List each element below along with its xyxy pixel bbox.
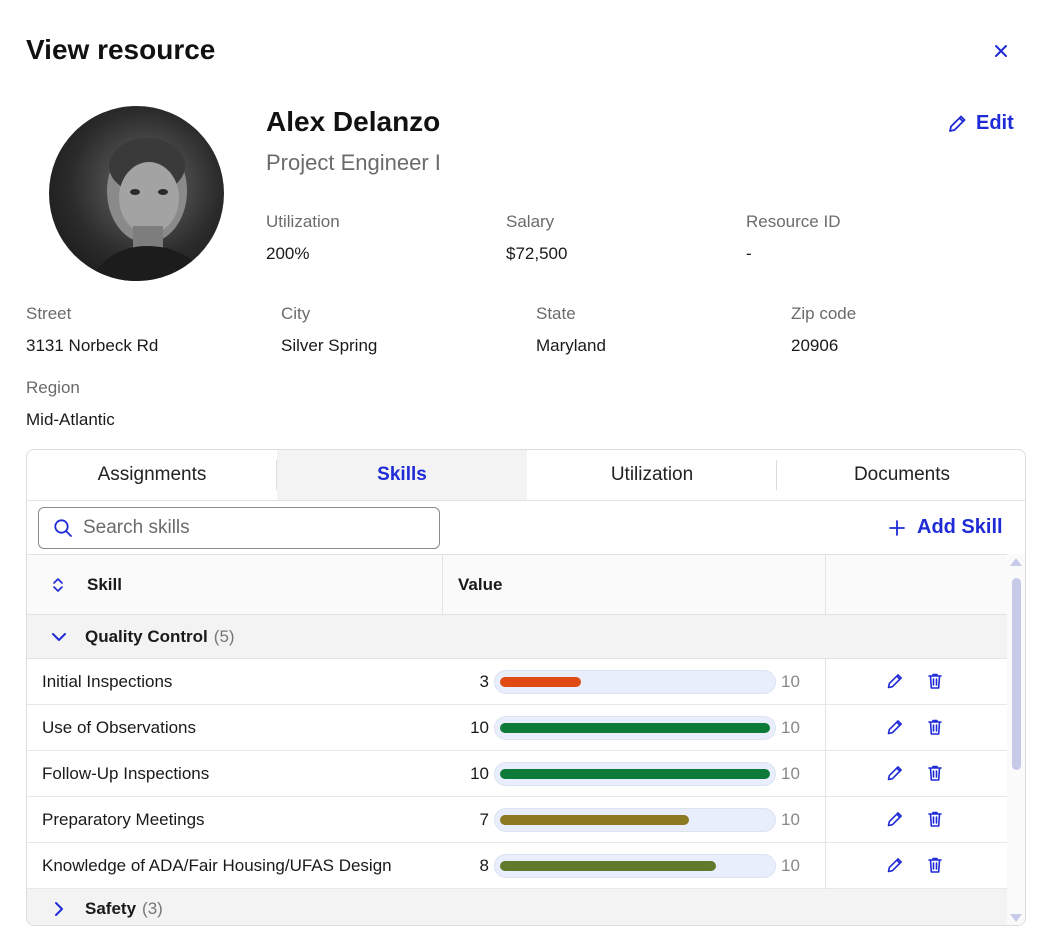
table-row[interactable]: Use of Observations 10 10 [27, 705, 1007, 751]
skill-progress-bar [494, 670, 776, 694]
table-row[interactable]: Knowledge of ADA/Fair Housing/UFAS Desig… [27, 843, 1007, 889]
skill-progress-bar [494, 716, 776, 740]
scrollbar-thumb[interactable] [1012, 578, 1021, 770]
edit-skill-icon[interactable] [885, 809, 905, 834]
tab-utilization[interactable]: Utilization [527, 450, 777, 500]
edit-skill-icon[interactable] [885, 717, 905, 742]
skill-name: Knowledge of ADA/Fair Housing/UFAS Desig… [42, 856, 392, 875]
add-skill-label: Add Skill [917, 516, 1003, 538]
utilization-value: 200% [266, 244, 310, 263]
resource-id-label: Resource ID [746, 212, 841, 231]
chevron-right-icon[interactable] [49, 901, 69, 917]
resource-name: Alex Delanzo [266, 106, 441, 137]
region-label: Region [26, 378, 80, 397]
skill-max: 10 [781, 764, 800, 783]
table-row[interactable]: Follow-Up Inspections 10 10 [27, 751, 1007, 797]
tab-skills[interactable]: Skills [277, 450, 527, 500]
edit-skill-icon[interactable] [885, 671, 905, 696]
skill-name: Preparatory Meetings [42, 810, 205, 829]
skill-max: 10 [781, 672, 800, 691]
tab-documents[interactable]: Documents [777, 450, 1025, 500]
skill-name: Use of Observations [42, 718, 197, 737]
group-row-safety[interactable]: Safety (3) [27, 889, 1007, 925]
edit-button[interactable]: Edit [946, 112, 1014, 135]
plus-icon [889, 519, 905, 536]
group-count: (5) [213, 626, 235, 646]
street-label: Street [26, 304, 72, 323]
skill-name: Initial Inspections [42, 672, 173, 691]
salary-label: Salary [506, 212, 555, 231]
table-header: Skill Value [27, 554, 1007, 616]
pencil-icon [949, 115, 966, 132]
skill-max: 10 [781, 718, 800, 737]
column-header-skill[interactable]: Skill [87, 575, 122, 595]
table-row[interactable]: Initial Inspections 3 10 [27, 659, 1007, 705]
state-label: State [536, 304, 576, 323]
utilization-label: Utilization [266, 212, 340, 231]
group-row-quality-control[interactable]: Quality Control (5) [27, 615, 1007, 659]
page-title: View resource [26, 34, 216, 65]
skill-progress-bar [494, 854, 776, 878]
column-header-value[interactable]: Value [458, 575, 502, 595]
skill-progress-fill [500, 677, 581, 687]
edit-skill-icon[interactable] [885, 763, 905, 788]
salary-value: $72,500 [506, 244, 568, 263]
delete-skill-icon[interactable] [925, 717, 945, 742]
skill-value: 3 [479, 672, 489, 691]
delete-skill-icon[interactable] [925, 809, 945, 834]
region-value: Mid-Atlantic [26, 410, 115, 429]
search-input[interactable] [83, 517, 403, 539]
state-value: Maryland [536, 336, 606, 355]
group-name: Safety [85, 898, 137, 918]
delete-skill-icon[interactable] [925, 671, 945, 696]
sort-icon[interactable] [51, 576, 65, 599]
city-label: City [281, 304, 311, 323]
search-box [38, 507, 440, 549]
group-count: (3) [142, 898, 163, 918]
edit-label: Edit [976, 112, 1014, 134]
close-icon[interactable] [990, 40, 1012, 62]
skill-value: 10 [470, 764, 489, 783]
tab-bar: Assignments Skills Utilization Documents [27, 450, 1025, 501]
skill-max: 10 [781, 810, 800, 829]
search-icon [54, 519, 72, 537]
skill-progress-fill [500, 815, 689, 825]
skill-progress-bar [494, 762, 776, 786]
zip-label: Zip code [791, 304, 857, 323]
skill-progress-bar [494, 808, 776, 832]
skill-progress-fill [500, 769, 770, 779]
table-row[interactable]: Preparatory Meetings 7 10 [27, 797, 1007, 843]
skill-max: 10 [781, 856, 800, 875]
street-value: 3131 Norbeck Rd [26, 336, 159, 355]
tab-assignments[interactable]: Assignments [27, 450, 277, 500]
edit-skill-icon[interactable] [885, 855, 905, 880]
skill-progress-fill [500, 861, 716, 871]
chevron-down-icon[interactable] [49, 632, 69, 642]
vertical-scrollbar[interactable] [1007, 554, 1025, 925]
resource-role: Project Engineer I [266, 150, 441, 175]
add-skill-button[interactable]: Add Skill [889, 516, 1003, 539]
resource-tabs-panel: Assignments Skills Utilization Documents… [26, 449, 1026, 926]
skill-value: 10 [470, 718, 489, 737]
delete-skill-icon[interactable] [925, 763, 945, 788]
scroll-up-arrow[interactable] [1010, 558, 1022, 566]
delete-skill-icon[interactable] [925, 855, 945, 880]
skill-name: Follow-Up Inspections [42, 764, 210, 783]
skill-value: 8 [479, 856, 489, 875]
avatar [49, 106, 224, 281]
zip-value: 20906 [791, 336, 839, 355]
scroll-down-arrow[interactable] [1010, 914, 1022, 922]
city-value: Silver Spring [281, 336, 378, 355]
group-name: Quality Control [85, 626, 208, 646]
skill-value: 7 [479, 810, 489, 829]
resource-id-value: - [746, 244, 752, 263]
skill-progress-fill [500, 723, 770, 733]
